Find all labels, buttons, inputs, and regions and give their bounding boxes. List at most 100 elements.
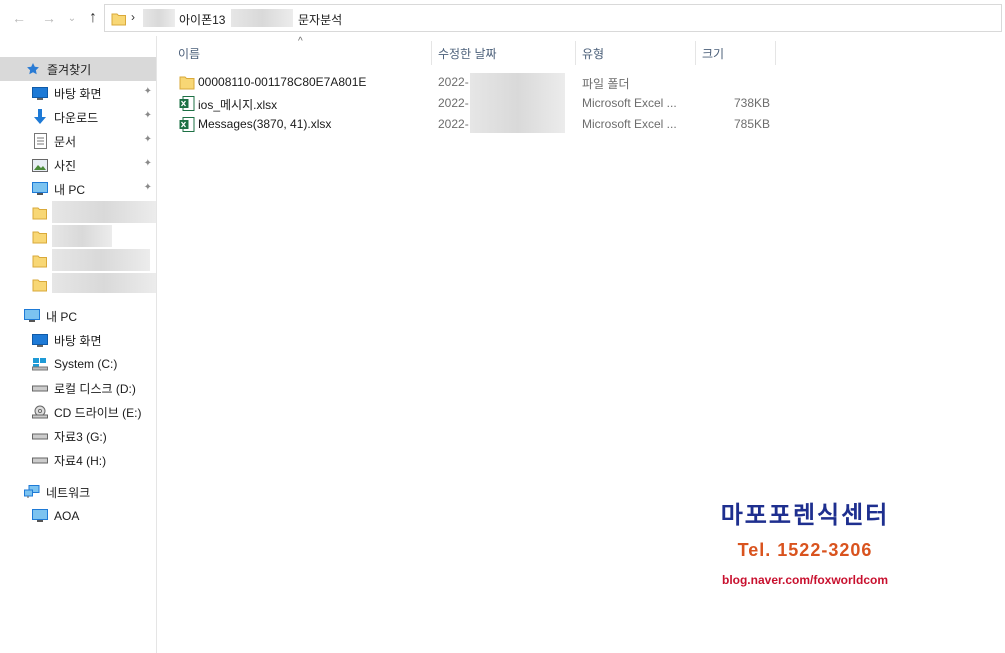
folder-icon xyxy=(31,253,49,269)
sidebar-item-desktop[interactable]: 바탕 화면 ✦ xyxy=(0,81,156,105)
folder-icon xyxy=(31,205,49,221)
pin-icon: ✦ xyxy=(143,134,152,145)
address-bar[interactable]: › 아이폰13 문자분석 xyxy=(104,4,1002,32)
file-name: Messages(3870, 41).xlsx xyxy=(198,117,332,131)
folder-icon xyxy=(111,13,126,26)
arrow-right-icon: → xyxy=(42,10,56,26)
column-header-size[interactable]: 크기 xyxy=(696,41,776,65)
forward-button[interactable]: → xyxy=(40,9,58,27)
recent-locations-button[interactable]: ⌄ xyxy=(63,9,81,27)
column-header-type[interactable]: 유형 xyxy=(576,41,696,65)
sidebar-item-downloads[interactable]: 다운로드 ✦ xyxy=(0,105,156,129)
sidebar-item-label: 문서 xyxy=(54,134,77,149)
column-header-label: 수정한 날짜 xyxy=(438,46,497,61)
sidebar-item-label: 로컬 디스크 (D:) xyxy=(54,381,136,396)
sidebar-item-this-pc[interactable]: 내 PC xyxy=(0,304,156,328)
sidebar-item-label: 다운로드 xyxy=(54,110,99,125)
windows-drive-icon xyxy=(31,356,49,372)
sidebar-item-network-aoa[interactable]: AOA xyxy=(0,504,156,528)
file-size: 785KB xyxy=(734,117,771,131)
folder-icon xyxy=(179,76,195,90)
file-size: 738KB xyxy=(734,96,771,110)
navigation-bar: ← → ⌄ ↑ › 아이폰13 문자분석 xyxy=(0,0,1005,36)
pin-icon: ✦ xyxy=(143,158,152,169)
sidebar-item-label: 사진 xyxy=(54,158,77,173)
back-button[interactable]: ← xyxy=(10,9,28,27)
drive-icon xyxy=(31,428,49,444)
file-row[interactable]: 00008110-001178C80E7A801E 2022- 파일 폴더 xyxy=(158,72,778,93)
redacted-label xyxy=(52,249,150,271)
sidebar-item-label: System (C:) xyxy=(54,357,118,371)
sidebar-item-drive-c[interactable]: System (C:) xyxy=(0,352,156,376)
folder-icon xyxy=(31,277,49,293)
redacted-dates xyxy=(470,73,565,133)
sidebar-item-pictures[interactable]: 사진 ✦ xyxy=(0,153,156,177)
sidebar-item-label: 바탕 화면 xyxy=(54,333,102,348)
file-row[interactable]: ios_메시지.xlsx 2022- Microsoft Excel ... 7… xyxy=(158,93,778,114)
download-icon xyxy=(31,109,49,125)
computer-icon xyxy=(23,308,41,324)
sidebar-item-label: 내 PC xyxy=(54,182,86,197)
star-icon xyxy=(24,61,42,77)
redacted-label xyxy=(52,273,156,293)
pin-icon: ✦ xyxy=(143,86,152,97)
sidebar-item-quick-access[interactable]: 즐겨찾기 xyxy=(0,57,156,81)
file-type: Microsoft Excel ... xyxy=(582,117,677,131)
sidebar-item-this-pc-pinned[interactable]: 내 PC ✦ xyxy=(0,177,156,201)
sidebar-item-drive-e[interactable]: CD 드라이브 (E:) xyxy=(0,400,156,424)
redacted-breadcrumb xyxy=(231,9,293,27)
breadcrumb-item-current[interactable]: 문자분석 xyxy=(298,11,342,28)
sidebar-item-redacted-folder[interactable] xyxy=(0,273,156,297)
watermark: 마포포렌식센터 Tel. 1522-3206 blog.naver.com/fo… xyxy=(680,495,930,587)
file-type: Microsoft Excel ... xyxy=(582,96,677,110)
file-name: 00008110-001178C80E7A801E xyxy=(198,75,367,89)
document-icon xyxy=(31,133,49,149)
sidebar-item-documents[interactable]: 문서 ✦ xyxy=(0,129,156,153)
sidebar-item-label: AOA xyxy=(54,509,80,523)
computer-icon xyxy=(31,508,49,524)
file-name: ios_메시지.xlsx xyxy=(198,98,278,112)
breadcrumb-separator: › xyxy=(131,10,135,24)
sidebar-item-label: 자료3 (G:) xyxy=(54,429,107,444)
sidebar-item-pc-desktop[interactable]: 바탕 화면 xyxy=(0,328,156,352)
sidebar-item-redacted-folder[interactable] xyxy=(0,249,156,273)
sidebar-item-label: CD 드라이브 (E:) xyxy=(54,405,142,420)
file-modified: 2022- xyxy=(438,96,469,110)
watermark-phone: Tel. 1522-3206 xyxy=(737,540,873,560)
drive-icon xyxy=(31,380,49,396)
column-header-label: 크기 xyxy=(702,46,725,61)
column-header-modified[interactable]: 수정한 날짜 xyxy=(432,41,576,65)
sidebar-item-redacted-folder[interactable] xyxy=(0,225,156,249)
sidebar-item-network[interactable]: 네트워크 xyxy=(0,480,156,504)
cd-drive-icon xyxy=(31,404,49,420)
redacted-breadcrumb xyxy=(143,9,175,27)
sidebar-item-label: 네트워크 xyxy=(46,485,91,500)
file-modified: 2022- xyxy=(438,75,469,89)
file-type: 파일 폴더 xyxy=(582,77,630,91)
column-header-label: 이름 xyxy=(178,46,201,61)
column-header-name[interactable]: 이름 xyxy=(172,41,432,65)
up-button[interactable]: ↑ xyxy=(84,9,102,27)
drive-icon xyxy=(31,452,49,468)
pin-icon: ✦ xyxy=(143,182,152,193)
excel-icon xyxy=(179,96,195,111)
sidebar-item-drive-g[interactable]: 자료3 (G:) xyxy=(0,424,156,448)
arrow-left-icon: ← xyxy=(12,10,26,26)
sidebar-item-label: 내 PC xyxy=(46,309,78,324)
file-row[interactable]: Messages(3870, 41).xlsx 2022- Microsoft … xyxy=(158,114,778,135)
sidebar-item-drive-h[interactable]: 자료4 (H:) xyxy=(0,448,156,472)
sidebar-item-redacted-folder[interactable] xyxy=(0,201,156,225)
picture-icon xyxy=(31,157,49,173)
sidebar-item-label: 즐겨찾기 xyxy=(47,62,92,77)
arrow-up-icon: ↑ xyxy=(89,9,97,26)
watermark-url: blog.naver.com/foxworldcom xyxy=(721,573,889,587)
desktop-icon xyxy=(31,85,49,101)
sidebar-item-label: 자료4 (H:) xyxy=(54,453,107,468)
chevron-down-icon: ⌄ xyxy=(67,12,77,24)
sidebar-item-drive-d[interactable]: 로컬 디스크 (D:) xyxy=(0,376,156,400)
redacted-label xyxy=(52,201,156,223)
folder-icon xyxy=(31,229,49,245)
watermark-title: 마포포렌식센터 xyxy=(720,501,890,529)
sidebar-item-label: 바탕 화면 xyxy=(54,86,102,101)
breadcrumb-item[interactable]: 아이폰13 xyxy=(179,11,225,28)
